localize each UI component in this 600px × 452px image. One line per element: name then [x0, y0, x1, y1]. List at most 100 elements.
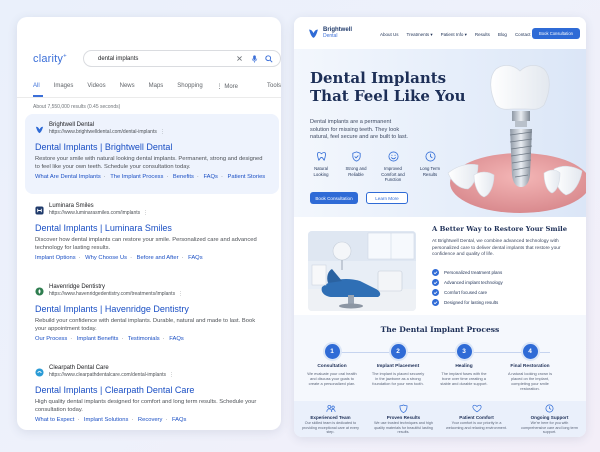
benefit-item: Ongoing Support We're here for you with … [513, 401, 586, 437]
result-description: Discover how dental implants can restore… [35, 237, 257, 251]
process-section: The Dental Implant Process 1 Consultatio… [294, 315, 586, 401]
about-description: At Brightwell Dental, we combine advance… [432, 239, 561, 257]
smile-icon [376, 151, 410, 163]
sitelink[interactable]: Implant Options [35, 255, 76, 261]
more-options-icon[interactable]: ⋮ [160, 129, 165, 135]
result-description: Rebuild your confidence with dental impl… [35, 318, 256, 332]
more-options-icon[interactable]: ⋮ [178, 291, 183, 297]
sitelink[interactable]: Implant Solutions [84, 417, 128, 423]
result-url[interactable]: https://www.brightwelldental.com/dental-… [49, 129, 165, 136]
nav-book-consultation-button[interactable]: Book Consultation [532, 28, 580, 39]
checklist-text: Comfort focused care [444, 289, 488, 295]
result-title[interactable]: Dental Implants | Luminara Smiles [35, 223, 281, 234]
search-result[interactable]: Havenridge Dentistry https://www.havenri… [35, 284, 281, 342]
step-title: Implant Placement [376, 364, 420, 369]
sitelink[interactable]: Our Process [35, 336, 67, 342]
benefit-description: We're here for you with comprehensive ca… [521, 421, 578, 435]
checklist-text: Advanced implant technology [444, 279, 503, 285]
sitelink[interactable]: What Are Dental Implants [35, 174, 101, 180]
result-sitelinks: What Are Dental Implants · The Implant Pr… [35, 174, 266, 180]
site-navbar: Brightwell Dental About Us Treatments ▾ … [294, 17, 586, 49]
result-title[interactable]: Dental Implants | Clearpath Dental Care [35, 385, 281, 396]
benefit-item: Patient Comfort Your comfort is our prio… [440, 401, 513, 437]
sitelink[interactable]: FAQs [203, 174, 218, 180]
check-circle-icon [432, 278, 439, 286]
hero-book-consultation-button[interactable]: Book Consultation [310, 192, 358, 204]
tab-images[interactable]: Images [54, 83, 74, 95]
results-icon [367, 404, 440, 413]
benefit-title: Ongoing Support [530, 415, 569, 420]
nav-menu: About Us Treatments ▾ Patient Info ▾ Res… [380, 32, 545, 38]
nav-item-patient-info[interactable]: Patient Info ▾ [441, 32, 467, 38]
feature-item: Strong and Reliable [341, 151, 371, 183]
feature-item: Improved Comfort and Function [376, 151, 410, 183]
step-number: 3 [456, 344, 472, 359]
result-url[interactable]: https://www.havenridgedentistry.com/trea… [49, 291, 183, 298]
tooth-icon [306, 151, 336, 163]
clear-icon[interactable] [233, 53, 245, 65]
step-description: We evaluate your oral health and discuss… [307, 371, 357, 386]
result-sitelinks: Our Process · Implant Benefits · Testimoni… [35, 336, 184, 342]
microphone-icon[interactable] [248, 53, 260, 65]
tab-more[interactable]: ⋮ More [217, 83, 238, 95]
search-result[interactable]: Brightwell Dental https://www.brightwell… [25, 114, 279, 194]
result-description: High quality dental implants designed fo… [35, 399, 257, 413]
dental-implant-illustration [447, 65, 586, 213]
tab-all[interactable]: All [33, 83, 40, 95]
sitelink[interactable]: FAQs [188, 255, 203, 261]
sitelink[interactable]: Testimonials [128, 336, 160, 342]
benefit-description: Our skilled team is dedicated to providi… [302, 421, 359, 435]
result-description: Restore your smile with natural looking … [35, 156, 263, 170]
sitelink[interactable]: FAQs [172, 417, 187, 423]
sitelink[interactable]: Benefits [173, 174, 194, 180]
nav-item-blog[interactable]: Blog [498, 32, 507, 38]
sitelink[interactable]: The Implant Process [110, 174, 163, 180]
support-icon [513, 404, 586, 413]
result-url[interactable]: https://www.luminarasmiles.com/implants ⋮ [49, 210, 148, 217]
feature-item: Natural Looking [306, 151, 336, 183]
nav-item-treatments[interactable]: Treatments ▾ [407, 32, 433, 38]
sitelink[interactable]: What to Expect [35, 417, 74, 423]
tab-shopping[interactable]: Shopping [177, 83, 202, 95]
tab-maps[interactable]: Maps [149, 83, 164, 95]
sitelink[interactable]: FAQs [169, 336, 184, 342]
site-logo[interactable]: Brightwell Dental [308, 27, 352, 39]
tools-button[interactable]: Tools [267, 83, 281, 89]
search-icon[interactable] [263, 53, 275, 65]
search-header: clarity+ dental implants [17, 17, 281, 73]
result-title[interactable]: Dental Implants | Brightwell Dental [35, 142, 279, 153]
sitelink[interactable]: Before and After [137, 255, 179, 261]
hero-learn-more-button[interactable]: Learn More [366, 192, 408, 204]
tab-videos[interactable]: Videos [87, 83, 105, 95]
nav-item-results[interactable]: Results [475, 32, 490, 38]
result-url-text: https://www.havenridgedentistry.com/trea… [49, 291, 176, 297]
hero-section: Dental Implants That Feel Like You Denta… [294, 49, 586, 217]
hero-buttons: Book Consultation Learn More [310, 192, 408, 204]
result-url[interactable]: https://www.clearpathdentalcare.com/dent… [49, 372, 174, 379]
search-logo[interactable]: clarity+ [33, 53, 67, 65]
search-result[interactable]: Luminara Smiles https://www.luminarasmil… [35, 203, 281, 261]
check-circle-icon [432, 268, 439, 276]
more-options-icon[interactable]: ⋮ [169, 372, 174, 378]
search-result[interactable]: Clearpath Dental Care https://www.clearp… [35, 365, 281, 423]
step-description: The implant is placed securely in the ja… [371, 371, 425, 386]
search-input[interactable]: dental implants [98, 56, 233, 62]
team-icon [294, 404, 367, 413]
check-circle-icon [432, 288, 439, 296]
search-box[interactable]: dental implants [83, 50, 281, 67]
nav-item-about[interactable]: About Us [380, 32, 399, 38]
benefit-item: Experienced Team Our skilled team is ded… [294, 401, 367, 437]
result-title[interactable]: Dental Implants | Havenridge Dentistry [35, 304, 281, 315]
more-options-icon[interactable]: ⋮ [143, 210, 148, 216]
checklist-item: Designed for lasting results [432, 297, 503, 307]
sitelink[interactable]: Implant Benefits [77, 336, 119, 342]
feature-item: Long Term Results [415, 151, 445, 183]
sitelink[interactable]: Why Choose Us [85, 255, 127, 261]
benefit-description: Your comfort is our priority in a welcom… [446, 421, 507, 430]
about-section: A Better Way to Restore Your Smile At Br… [294, 217, 586, 315]
result-site-name: Clearpath Dental Care [49, 365, 109, 371]
sitelink[interactable]: Patient Stories [228, 174, 266, 180]
benefit-title: Experienced Team [310, 415, 351, 420]
tab-news[interactable]: News [120, 83, 135, 95]
sitelink[interactable]: Recovery [138, 417, 162, 423]
